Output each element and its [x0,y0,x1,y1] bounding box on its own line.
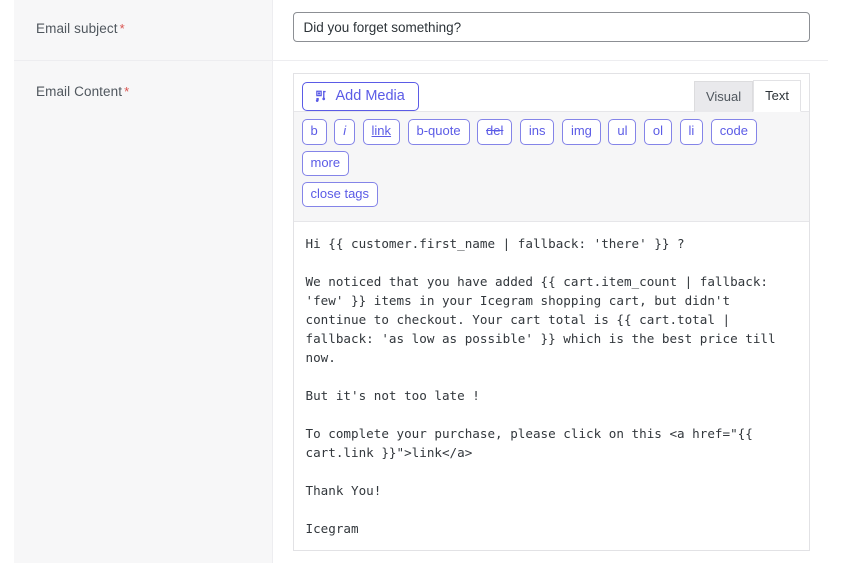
field-cell-email-subject [272,0,828,61]
field-label-email-subject: Email subject* [36,21,125,36]
quicktag-b[interactable]: b [302,119,327,144]
quicktags-toolbar: b i link b-quote del ins img ul ol li co… [294,111,810,222]
quicktag-code[interactable]: code [711,119,757,144]
field-label-text: Email Content [36,84,122,99]
quicktag-i[interactable]: i [334,119,355,144]
quicktag-close-tags[interactable]: close tags [302,182,379,207]
label-cell-email-content: Email Content* [14,61,272,563]
quicktag-b-quote[interactable]: b-quote [408,119,470,144]
quicktag-link[interactable]: link [363,119,401,144]
required-asterisk: * [120,21,125,36]
quicktag-ul[interactable]: ul [608,119,636,144]
settings-form-table: Email subject* Email Content* [14,0,828,563]
quicktag-more[interactable]: more [302,151,350,176]
admin-media-icon [313,89,329,105]
tab-visual[interactable]: Visual [694,81,753,113]
tab-text[interactable]: Text [753,80,801,113]
quicktag-ol[interactable]: ol [644,119,672,144]
quicktag-img[interactable]: img [562,119,601,144]
add-media-button[interactable]: Add Media [302,82,419,111]
quicktag-ins[interactable]: ins [520,119,555,144]
field-label-text: Email subject [36,21,118,36]
editor-mode-tabs: Visual Text [694,80,801,113]
quicktag-del[interactable]: del [477,119,512,144]
email-content-editor: Add Media Visual Text b i link b-quote d… [293,73,811,551]
quicktag-li[interactable]: li [680,119,704,144]
form-row-email-subject: Email subject* [14,0,828,61]
add-media-label: Add Media [336,88,405,105]
required-asterisk: * [124,84,129,99]
label-cell-email-subject: Email subject* [14,0,272,61]
form-row-email-content: Email Content* [14,61,828,563]
email-content-textarea[interactable]: Hi {{ customer.first_name | fallback: 't… [294,222,810,550]
editor-toolbar-top: Add Media Visual Text [294,74,810,111]
field-label-email-content: Email Content* [36,84,129,99]
field-cell-email-content: Add Media Visual Text b i link b-quote d… [272,61,828,563]
email-subject-input[interactable] [293,12,811,42]
